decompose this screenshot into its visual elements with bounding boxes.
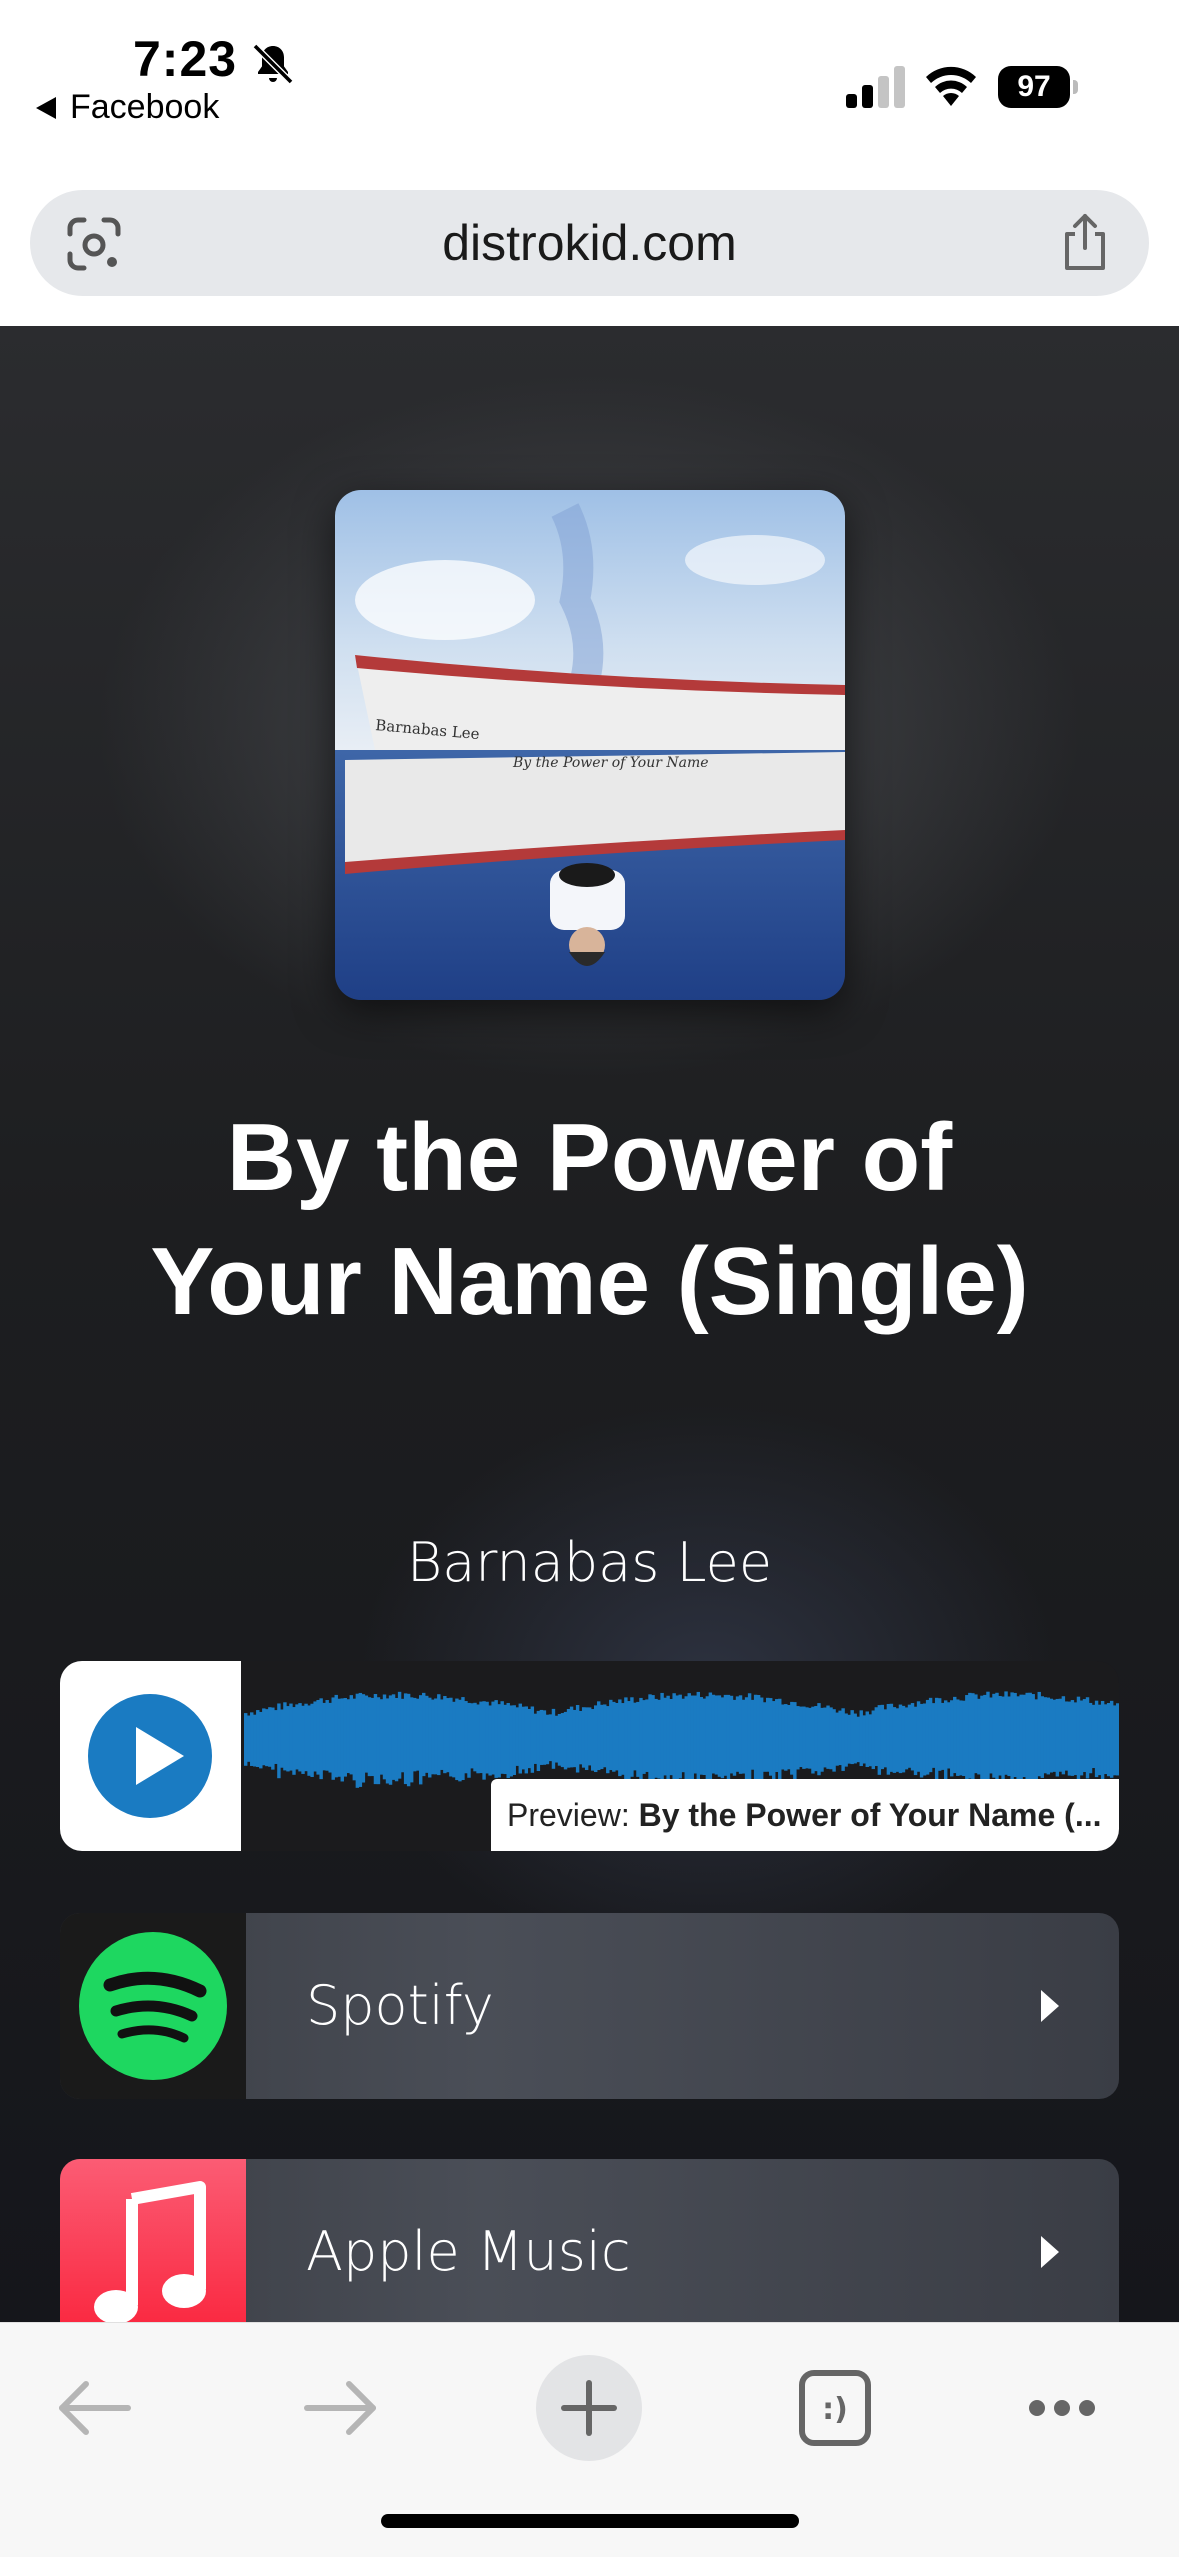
cellular-signal-icon: [846, 66, 905, 108]
back-arrow-icon[interactable]: [40, 2353, 150, 2463]
audio-preview-player[interactable]: Preview: By the Power of Your Name (...: [60, 1661, 1119, 1851]
status-time: 7:23: [133, 31, 238, 87]
spotify-icon: [79, 1932, 227, 2080]
status-bar: 7:23 Facebook 97: [0, 0, 1179, 180]
spotify-label: Spotify: [306, 1974, 494, 2037]
url-text[interactable]: distrokid.com: [30, 214, 1149, 272]
tabs-icon[interactable]: :): [780, 2353, 890, 2463]
chevron-right-icon: [1041, 2236, 1059, 2268]
battery-level: 97: [998, 66, 1070, 108]
web-page: Barnabas Lee By the Power of Your Name B…: [0, 326, 1179, 2326]
wifi-icon: [926, 66, 976, 106]
home-indicator: [381, 2514, 799, 2528]
address-bar[interactable]: distrokid.com: [30, 190, 1149, 296]
apple-music-icon: [94, 2181, 206, 2324]
back-app-label: Facebook: [70, 88, 220, 126]
preview-prefix: Preview:: [507, 1797, 630, 1833]
cover-title-text: By the Power of Your Name: [512, 755, 709, 771]
preview-label: Preview: By the Power of Your Name (...: [491, 1779, 1119, 1851]
chevron-right-icon: [1041, 1990, 1059, 2022]
share-icon[interactable]: [1059, 212, 1111, 272]
release-title: By the Power of Your Name (Single): [150, 1104, 1029, 1335]
album-cover: Barnabas Lee By the Power of Your Name: [335, 490, 845, 1000]
new-tab-icon[interactable]: [534, 2353, 644, 2463]
apple-music-link[interactable]: Apple Music: [60, 2159, 1119, 2326]
spotify-link[interactable]: Spotify: [60, 1913, 1119, 2099]
battery-indicator: 97: [998, 66, 1078, 108]
forward-arrow-icon[interactable]: [285, 2353, 395, 2463]
more-icon[interactable]: [1007, 2353, 1117, 2463]
preview-track-title: By the Power of Your Name (...: [638, 1797, 1102, 1833]
apple-music-icon-box: [60, 2159, 246, 2326]
artist-name[interactable]: Barnabas Lee: [0, 1531, 1179, 1594]
play-button[interactable]: [88, 1694, 212, 1818]
silent-mode-icon: [252, 43, 294, 85]
spotify-icon-box: [60, 1913, 246, 2099]
play-icon: [136, 1727, 184, 1785]
apple-music-label: Apple Music: [306, 2220, 631, 2283]
play-button-container[interactable]: [60, 1661, 241, 1851]
back-triangle-icon: [36, 96, 56, 119]
back-to-app-link[interactable]: Facebook: [36, 88, 219, 127]
svg-text::): :): [822, 2392, 848, 2427]
